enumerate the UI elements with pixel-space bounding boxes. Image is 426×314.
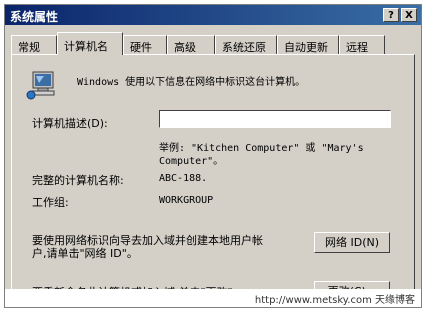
workgroup-value: WORKGROUP: [159, 195, 214, 206]
help-button[interactable]: ?: [383, 8, 399, 22]
example-text-line2: Computer"。: [159, 156, 224, 167]
full-computer-name-value: ABC-188.: [159, 173, 208, 184]
close-button[interactable]: X: [401, 8, 417, 22]
tab-strip: 常规 计算机名 硬件 高级 系统还原 自动更新 远程: [5, 32, 421, 55]
computer-description-label: 计算机描述(D):: [32, 117, 108, 130]
tab-advanced[interactable]: 高级: [167, 35, 215, 54]
network-id-text-line2: 户,请单击"网络 ID"。: [32, 247, 138, 260]
computer-icon: [26, 71, 55, 100]
intro-text: Windows 使用以下信息在网络中标识这台计算机。: [77, 77, 306, 88]
watermark-text: http://www.metsky.com 天缘博客: [254, 295, 415, 306]
computer-description-input[interactable]: [159, 110, 391, 128]
full-computer-name-label: 完整的计算机名称:: [32, 174, 124, 187]
workgroup-label: 工作组:: [32, 196, 69, 209]
tab-general[interactable]: 常规: [11, 35, 57, 54]
tab-automatic-updates[interactable]: 自动更新: [277, 35, 339, 54]
window-title: 系统属性: [10, 10, 59, 24]
title-bar[interactable]: 系统属性 ? X: [5, 5, 421, 25]
network-id-button[interactable]: 网络 ID(N): [314, 232, 390, 253]
computer-name-panel: Windows 使用以下信息在网络中标识这台计算机。 计算机描述(D): 举例:…: [11, 54, 415, 307]
system-properties-window: 系统属性 ? X 常规 计算机名 硬件 高级 系统还原 自动更新 远程 Wind…: [4, 4, 422, 308]
tab-hardware[interactable]: 硬件: [123, 35, 167, 54]
tab-system-restore[interactable]: 系统还原: [215, 35, 277, 54]
torn-edge: http://www.metsky.com 天缘博客: [5, 289, 421, 307]
tab-remote[interactable]: 远程: [339, 35, 385, 54]
tab-computer-name[interactable]: 计算机名: [57, 32, 123, 55]
